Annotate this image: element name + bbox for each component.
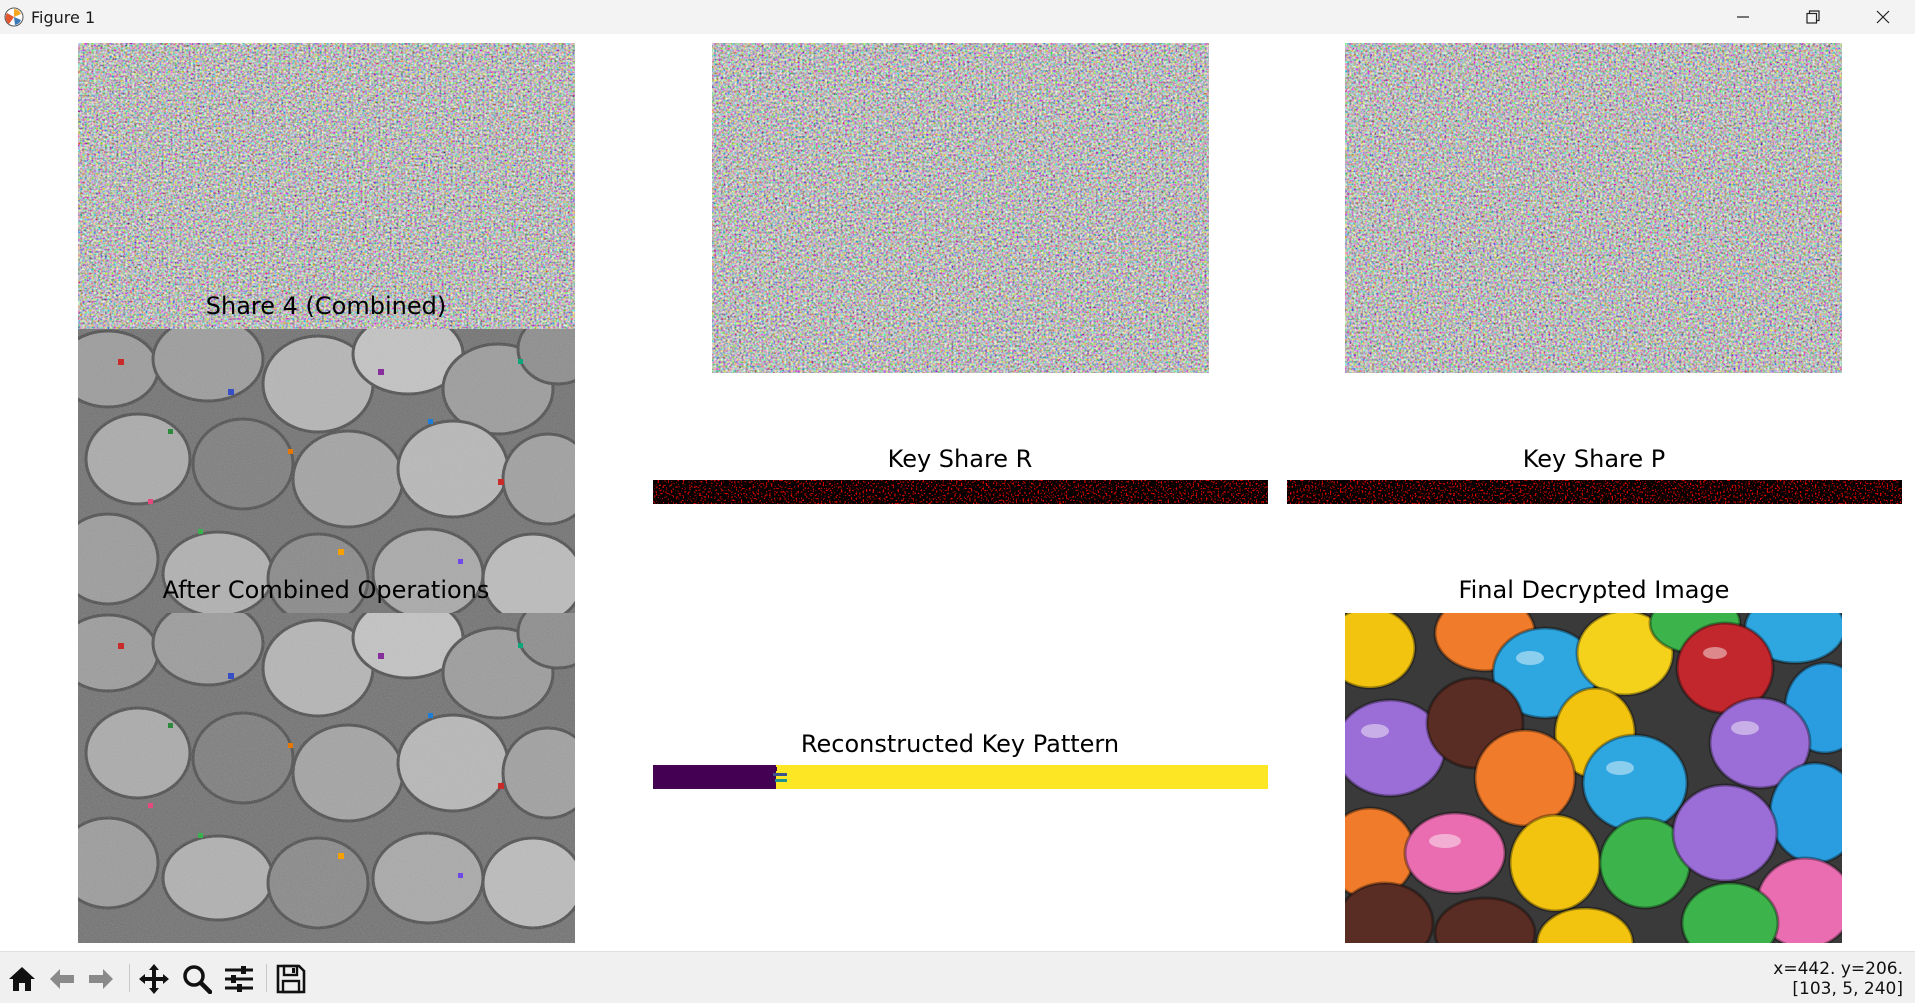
back-icon [50, 969, 74, 989]
back-button[interactable] [45, 962, 79, 996]
pan-button[interactable] [137, 962, 171, 996]
close-button[interactable] [1848, 0, 1915, 34]
minimize-button[interactable] [1708, 0, 1778, 34]
noise-share-top-right-image [1345, 43, 1842, 373]
toolbar-separator [129, 964, 130, 992]
key-share-p-image [1287, 480, 1902, 504]
window-title: Figure 1 [31, 8, 96, 27]
final-decrypted-image-title: Final Decrypted Image [1458, 576, 1730, 604]
close-icon [1876, 10, 1890, 24]
figure-canvas[interactable]: Share 4 (Combined) After Combined Operat… [0, 34, 1915, 951]
key-share-r-title: Key Share R [887, 445, 1033, 473]
configure-subplots-icon [225, 966, 253, 992]
reconstructed-key-pattern-image [653, 765, 1268, 789]
cursor-position-text: x=442. y=206. [1773, 959, 1903, 979]
noise-share-top-middle-image [712, 43, 1209, 373]
share-4-combined-image [78, 329, 575, 615]
minimize-icon [1737, 16, 1749, 18]
after-combined-operations-title: After Combined Operations [162, 576, 490, 604]
reconstructed-key-pattern-title: Reconstructed Key Pattern [800, 730, 1120, 758]
toolbar-separator [266, 964, 267, 992]
restore-icon [1806, 10, 1820, 24]
home-button[interactable] [5, 962, 39, 996]
restore-button[interactable] [1778, 0, 1848, 34]
zoom-icon [183, 965, 212, 994]
pan-icon [139, 964, 169, 994]
share-4-combined-title: Share 4 (Combined) [205, 292, 447, 320]
cursor-coordinates-readout: x=442. y=206. [103, 5, 240] [1773, 959, 1903, 999]
configure-subplots-button[interactable] [222, 962, 256, 996]
navigation-toolbar: x=442. y=206. [103, 5, 240] [0, 951, 1915, 1003]
key-share-r-image [653, 480, 1268, 504]
key-share-p-title: Key Share P [1522, 445, 1666, 473]
noise-share-top-left-image [78, 43, 575, 329]
after-combined-operations-image [78, 613, 575, 943]
pixel-value-text: [103, 5, 240] [1792, 979, 1903, 999]
save-icon [276, 964, 306, 994]
zoom-button[interactable] [180, 962, 214, 996]
forward-icon [89, 969, 113, 989]
final-decrypted-image [1345, 613, 1842, 943]
save-button[interactable] [274, 962, 308, 996]
matplotlib-logo-icon [4, 7, 24, 27]
window-title-bar: Figure 1 [0, 0, 1915, 34]
forward-button[interactable] [84, 962, 118, 996]
home-icon [9, 967, 35, 991]
